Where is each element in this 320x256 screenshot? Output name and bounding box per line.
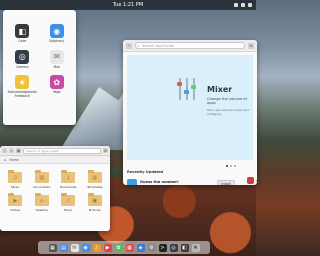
folder-label: Downloads [60,185,77,189]
files-icon[interactable]: ▤ [59,243,68,252]
app-icon [247,177,254,184]
folder-item[interactable]: ▶ Videos [2,193,29,212]
launcher-app[interactable]: ◎ Camera [5,49,40,70]
appcenter-window: ‹ ⌕ Search AppCenter ≡ Mixer Change the … [123,40,257,185]
folder-icon: ↓ [61,170,76,183]
folder-label: Videos [10,208,21,212]
mail-icon[interactable]: ✉ [70,243,79,252]
browser-icon[interactable]: ◉ [81,243,90,252]
yaga-icon: ✿ [49,75,64,90]
side-app-list: Tic-Tac Noirde Emoji [247,177,257,185]
videos-icon[interactable]: ▶ [103,243,112,252]
folder-grid: ♫ Music ▤ Documents ↓ Downloads ▥ Templates… [0,164,110,212]
mixer-icon [174,74,200,106]
app-label: Acknowledgments Feedback [7,90,37,98]
power-icon[interactable] [248,3,252,7]
launcher-app[interactable]: ★ Acknowledgments Feedback [5,75,40,98]
settings-icon[interactable]: ⚙ [147,243,156,252]
network-icon[interactable] [234,3,238,7]
search-placeholder: Search AppCenter [142,43,175,48]
home-icon[interactable]: ⌂ [4,158,6,162]
folder-label: Music [10,185,20,189]
icon-view-button[interactable]: ▦ [16,148,21,153]
app-text: Guess the number! A simple guessing game [140,180,217,185]
music-icon[interactable]: ♪ [92,243,101,252]
featured-banner[interactable]: Mixer Change the volume of apps Set a pe… [127,55,253,160]
folder-icon: ⌂ [34,193,49,206]
banner-description: Set a per-volume mixer and configure [207,108,249,116]
feedback-icon: ★ [15,75,30,90]
folder-label: Pictures [88,208,101,212]
banner-title: Mixer [207,85,233,94]
terminal-icon[interactable]: > [158,243,167,252]
camera-icon[interactable]: ◎ [169,243,178,252]
app-list-row[interactable]: Guess the number! A simple guessing game… [127,177,253,185]
app-label: Mail [53,64,60,69]
folder-icon: ♫ [8,170,23,183]
app-label: Yaga [53,90,61,95]
folder-item[interactable]: ♫ Music [2,170,29,189]
app-description: A simple guessing game [140,184,217,185]
install-button[interactable]: Install [217,180,235,185]
folder-item[interactable]: ♪ Music [55,193,82,212]
top-panel: Tue 1:21 PM [0,0,256,10]
forward-button[interactable]: › [9,148,14,153]
launcher-app[interactable]: ✿ Yaga [40,75,75,98]
multitasking-icon[interactable]: ▦ [48,243,57,252]
carousel-dots[interactable] [226,165,236,167]
side-app-item[interactable]: Tic-Tac [247,177,257,184]
folder-item[interactable]: ▥ Templates [82,170,109,189]
folder-label: Music [63,208,73,212]
files-headerbar: ‹ › ▦ Search or Type a path ⚙ [0,146,110,156]
folder-label: Desktop [35,208,48,212]
dock: ▦ ▤ ✉ ◉ ♪ ▶ ✿ ▦ ◈ ⚙ > ◎ ◧ ✖ [38,241,210,254]
folder-icon: ▥ [87,170,102,183]
side-app-label: Tic-Tac [256,179,257,183]
applications-launcher: ◧ Code ◉ Epiphany ◎ Camera ✉ Mail ★ Acknowle… [3,10,76,125]
app-label: Code [18,39,27,43]
folder-label: Documents [33,185,51,189]
folder-item[interactable]: ▤ Documents [29,170,56,189]
appcenter-headerbar: ‹ ⌕ Search AppCenter ≡ [123,40,257,52]
back-button[interactable]: ‹ [126,42,132,49]
folder-icon: ▤ [34,170,49,183]
folder-item[interactable]: ↓ Downloads [55,170,82,189]
folder-icon: ▶ [8,193,23,206]
launcher-app[interactable]: ◧ Code [5,24,40,44]
appcenter-icon[interactable]: ◈ [136,243,145,252]
appcenter-search-input[interactable]: ⌕ Search AppCenter [135,42,245,49]
launcher-app[interactable]: ◉ Epiphany [40,24,75,44]
app-icon [127,179,137,185]
mail-icon: ✉ [49,49,64,64]
launcher-app[interactable]: ✉ Mail [40,49,75,70]
back-button[interactable]: ‹ [2,148,7,153]
folder-item[interactable]: ⌂ Desktop [29,193,56,212]
folder-item[interactable]: ▣ Pictures [82,193,109,212]
search-icon: ⌕ [137,43,140,48]
code-icon: ◧ [15,24,30,38]
camera-icon: ◎ [15,49,30,64]
folder-label: Templates [87,185,103,189]
settings-icon[interactable]: ⚙ [103,148,108,153]
trash-icon[interactable]: ✖ [191,243,200,252]
path-search-input[interactable]: Search or Type a path [23,147,101,154]
folder-icon: ▣ [87,193,102,206]
banner-subtitle: Change the volume of apps [207,97,247,105]
app-label: Epiphany [49,39,65,43]
app-label: Camera [15,64,29,69]
files-window: ‹ › ▦ Search or Type a path ⚙ ⌂ Home ♫ M… [0,146,110,231]
breadcrumb-home[interactable]: Home [9,158,18,162]
code-icon[interactable]: ◧ [180,243,189,252]
menu-button[interactable]: ≡ [248,42,254,49]
volume-icon[interactable] [241,3,245,7]
panel-clock[interactable]: Tue 1:21 PM [113,2,143,8]
system-tray [234,3,252,7]
section-title: Recently Updated [127,170,164,174]
web-browser-icon: ◉ [49,24,64,38]
launcher-app-grid: ◧ Code ◉ Epiphany ◎ Camera ✉ Mail ★ Acknowle… [3,10,76,98]
folder-icon: ♪ [61,193,76,206]
photos-icon[interactable]: ✿ [114,243,123,252]
calendar-icon[interactable]: ▦ [125,243,134,252]
breadcrumb: ⌂ Home [0,156,110,164]
